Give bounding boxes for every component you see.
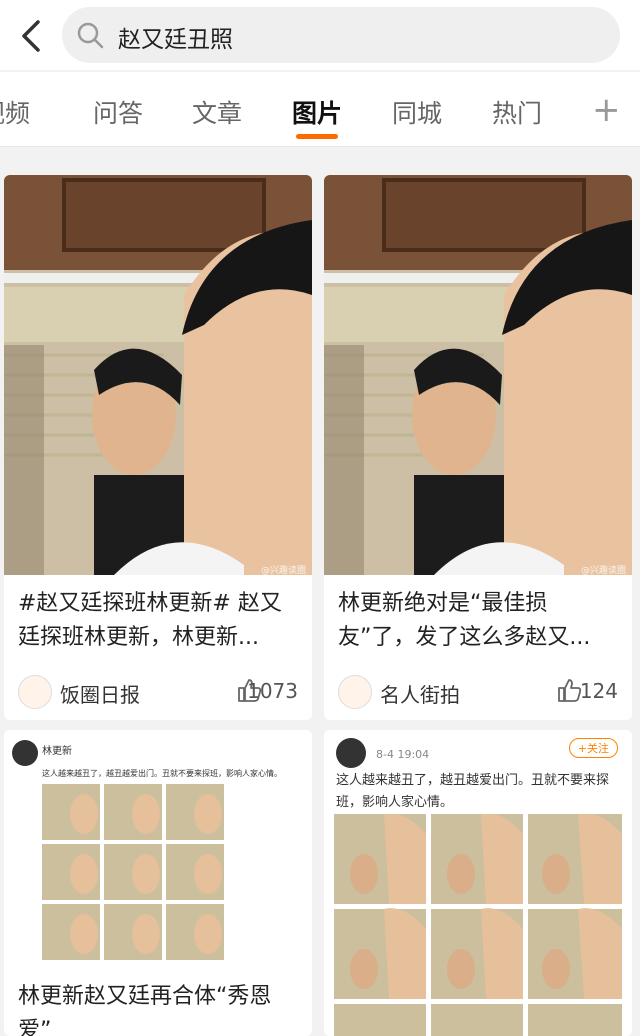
image-card[interactable]: @兴趣读圈 林更新绝对是“最佳损友”了，发了这么多赵又... 名人街拍 124	[324, 175, 632, 720]
card-caption: #赵又廷探班林更新# 赵又廷探班林更新，林更新...	[18, 591, 282, 650]
photo-grid	[334, 814, 622, 1036]
photo-grid	[42, 784, 224, 960]
post-author: 林更新	[42, 746, 72, 757]
like-count: 124	[579, 679, 618, 703]
source-avatar[interactable]	[338, 675, 372, 709]
card-photo[interactable]: @兴趣读圈	[4, 175, 312, 575]
tab-video[interactable]: 视频	[0, 94, 30, 130]
post-time: 8-4 19:04	[376, 748, 430, 761]
source-name[interactable]: 名人街拍	[380, 679, 460, 708]
top-bar: 赵又廷丑照	[0, 0, 640, 70]
tab-images[interactable]: 图片	[292, 94, 342, 130]
add-tab-icon[interactable]: +	[592, 90, 621, 130]
post-text: 这人越来越丑了，越丑越爱出门。丑就不要来探班，影响人家心情。	[336, 773, 610, 810]
image-card[interactable]: @兴趣读圈 #赵又廷探班林更新# 赵又廷探班林更新，林更新... 饭圈日报 10…	[4, 175, 312, 720]
selfie-photo	[4, 175, 312, 575]
card-caption: 林更新赵又廷再合体“秀恩爱”	[18, 984, 272, 1036]
source-name[interactable]: 饭圈日报	[60, 679, 140, 708]
follow-button[interactable]: +关注	[568, 738, 618, 758]
tab-hot[interactable]: 热门	[492, 94, 542, 130]
watermark: @兴趣读圈	[580, 566, 626, 575]
thumbs-up-icon[interactable]	[556, 677, 582, 703]
card-photo[interactable]: @兴趣读圈	[324, 175, 632, 575]
back-arrow-icon	[22, 20, 40, 52]
search-query[interactable]: 赵又廷丑照	[118, 20, 233, 54]
selfie-photo	[324, 175, 632, 575]
tab-article[interactable]: 文章	[192, 94, 242, 130]
post-avatar	[336, 738, 366, 768]
like-count: 1073	[247, 679, 298, 703]
search-icon	[77, 22, 104, 49]
search-bar[interactable]: 赵又廷丑照	[62, 7, 620, 63]
card-caption: 林更新绝对是“最佳损友”了，发了这么多赵又...	[338, 591, 591, 650]
tab-local[interactable]: 同城	[392, 94, 442, 130]
tab-qa[interactable]: 问答	[93, 94, 143, 130]
image-card[interactable]: 林更新 这人越来越丑了，越丑越爱出门。丑就不要来探班，影响人家心情。 林更新赵又…	[4, 730, 312, 1036]
active-tab-indicator	[296, 134, 338, 139]
back-button[interactable]	[14, 16, 48, 56]
category-tabs: 视频 问答 文章 图片 同城 热门 +	[0, 72, 640, 147]
watermark: @兴趣读圈	[260, 566, 306, 575]
post-avatar	[12, 740, 38, 766]
source-avatar[interactable]	[18, 675, 52, 709]
weibo-post-screenshot[interactable]: 8-4 19:04 +关注 这人越来越丑了，越丑越爱出门。丑就不要来探班，影响人…	[324, 730, 632, 1036]
post-text: 这人越来越丑了，越丑越爱出门。丑就不要来探班，影响人家心情。	[42, 769, 282, 778]
image-card[interactable]: 8-4 19:04 +关注 这人越来越丑了，越丑越爱出门。丑就不要来探班，影响人…	[324, 730, 632, 1036]
